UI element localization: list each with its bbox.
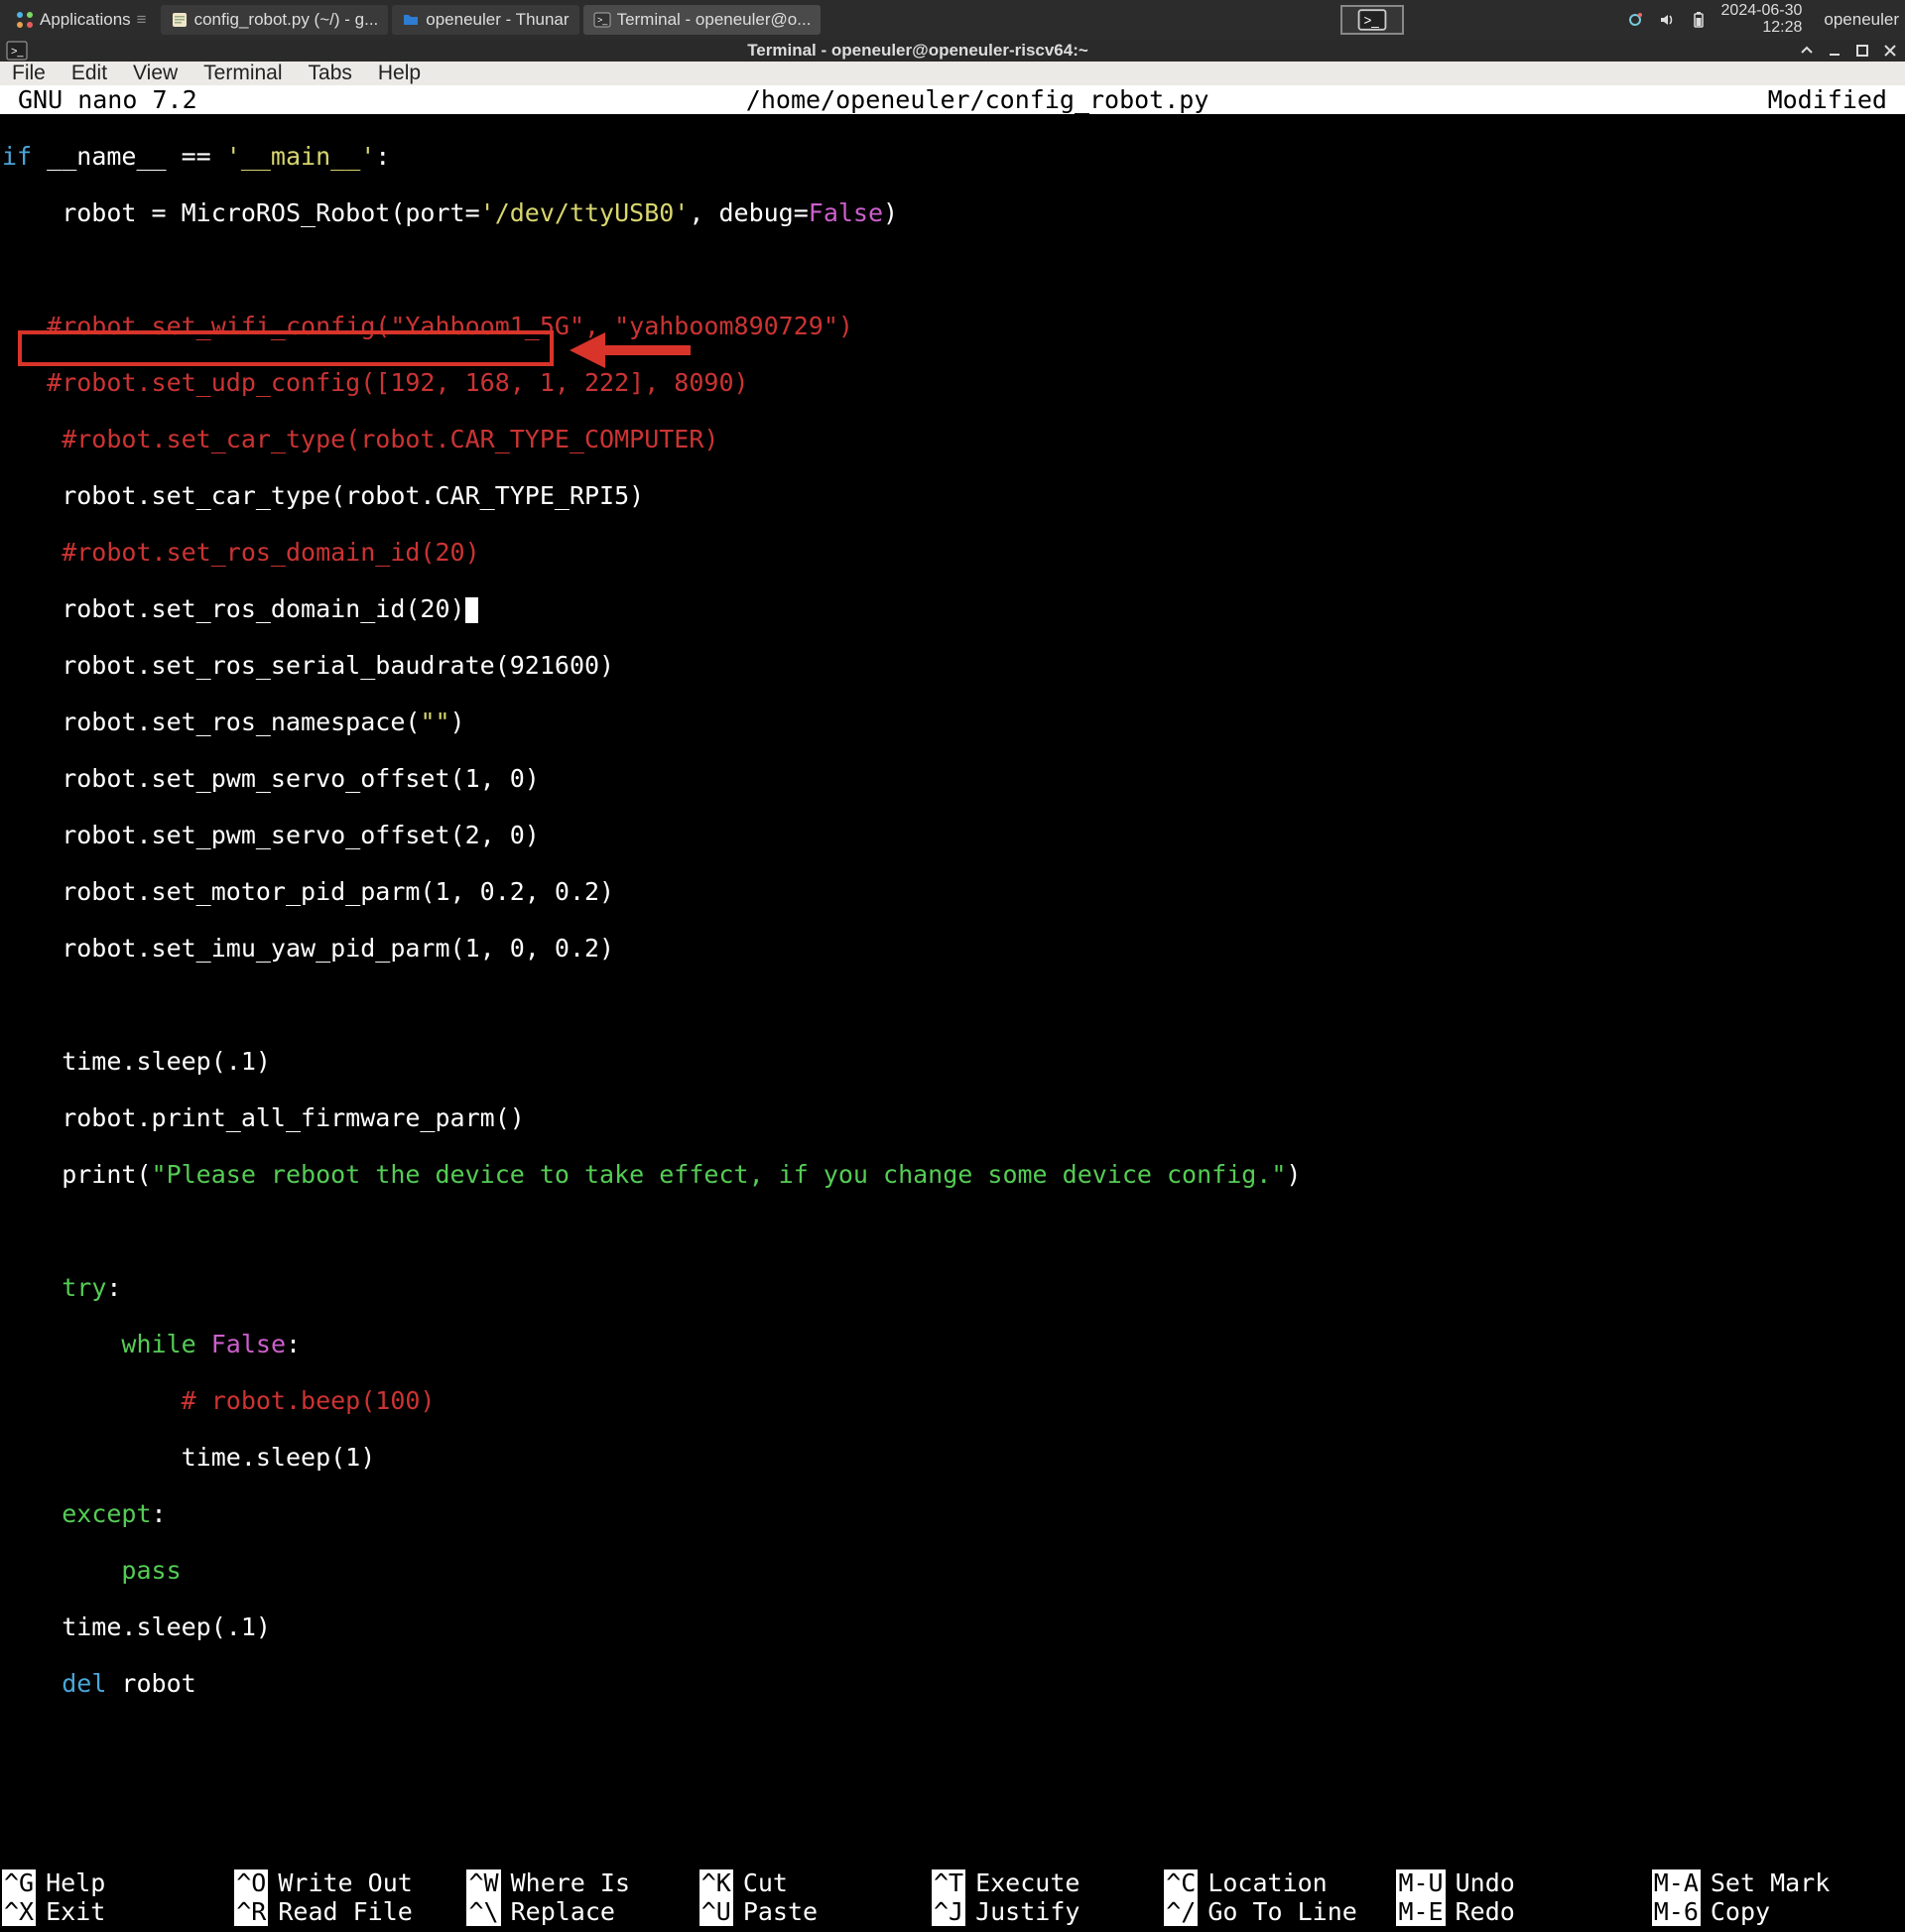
terminal-menubar: File Edit View Terminal Tabs Help: [0, 62, 1905, 85]
indicator-icon[interactable]: [1626, 11, 1644, 29]
sc-key: M-U: [1396, 1869, 1445, 1898]
taskbar-item-label: config_robot.py (~/) - g...: [194, 10, 379, 30]
sc-readfile[interactable]: Read File: [278, 1898, 412, 1927]
sc-key: ^X: [2, 1898, 36, 1927]
system-tray: 2024-06-30 12:28 openeuler: [1626, 3, 1899, 37]
sc-redo[interactable]: Redo: [1456, 1898, 1515, 1927]
sc-justify[interactable]: Justify: [975, 1898, 1080, 1927]
sc-exit[interactable]: Exit: [46, 1898, 105, 1927]
applications-menu[interactable]: Applications ≡: [6, 5, 157, 35]
kw-if: if: [2, 142, 32, 171]
clock[interactable]: 2024-06-30 12:28: [1721, 3, 1803, 37]
sc-writeout[interactable]: Write Out: [278, 1869, 412, 1898]
sc-key: ^K: [699, 1869, 733, 1898]
sc-replace[interactable]: Replace: [511, 1898, 615, 1927]
sc-key: ^\: [466, 1898, 500, 1927]
time-label: 12:28: [1721, 20, 1803, 37]
terminal-icon: >_: [593, 11, 611, 29]
minimize-button[interactable]: [1826, 42, 1843, 60]
menu-help[interactable]: Help: [378, 62, 421, 85]
taskbar-item-label: Terminal - openeuler@o...: [617, 10, 812, 30]
sc-key: ^W: [466, 1869, 500, 1898]
svg-text:>_: >_: [1364, 13, 1380, 28]
sc-key: ^C: [1164, 1869, 1198, 1898]
shade-button[interactable]: [1798, 42, 1816, 60]
sc-key: ^U: [699, 1898, 733, 1927]
terminal-window: >_ Terminal - openeuler@openeuler-riscv6…: [0, 40, 1905, 1072]
sc-key: ^R: [234, 1898, 268, 1927]
sc-setmark[interactable]: Set Mark: [1711, 1869, 1830, 1898]
date-label: 2024-06-30: [1721, 3, 1803, 20]
sc-key: ^/: [1164, 1898, 1198, 1927]
sc-paste[interactable]: Paste: [743, 1898, 818, 1927]
taskbar-item-terminal[interactable]: >_ Terminal - openeuler@o...: [583, 5, 822, 35]
show-desktop-button[interactable]: >_: [1340, 5, 1404, 35]
maximize-button[interactable]: [1853, 42, 1871, 60]
menu-tabs[interactable]: Tabs: [309, 62, 352, 85]
sc-location[interactable]: Location: [1207, 1869, 1327, 1898]
menu-view[interactable]: View: [133, 62, 178, 85]
nano-shortcut-bar: ^G Help ^X Exit ^O Write Out ^R Read File ^W…: [0, 1868, 1905, 1932]
sc-cut[interactable]: Cut: [743, 1869, 788, 1898]
sc-help[interactable]: Help: [46, 1869, 105, 1898]
sc-copy[interactable]: Copy: [1711, 1898, 1770, 1927]
sc-key: M-A: [1652, 1869, 1701, 1898]
sc-key: ^J: [932, 1898, 965, 1927]
text-editor-icon: [171, 11, 189, 29]
nano-header: GNU nano 7.2 /home/openeuler/config_robo…: [0, 85, 1905, 114]
folder-icon: [402, 11, 420, 29]
applications-label: Applications: [40, 10, 131, 30]
nano-editor-area[interactable]: if __name__ == '__main__': robot = Micro…: [0, 114, 1905, 1868]
terminal-icon: >_: [1357, 9, 1387, 31]
sc-execute[interactable]: Execute: [975, 1869, 1080, 1898]
user-menu[interactable]: openeuler: [1824, 10, 1899, 30]
close-button[interactable]: [1881, 42, 1899, 60]
taskbar-item-label: openeuler - Thunar: [426, 10, 569, 30]
terminal-icon: >_: [6, 40, 28, 62]
battery-icon[interactable]: [1690, 11, 1708, 29]
nano-app-label: GNU nano 7.2: [0, 85, 205, 114]
text-cursor: [465, 597, 478, 623]
sc-undo[interactable]: Undo: [1456, 1869, 1515, 1898]
menu-file[interactable]: File: [12, 62, 46, 85]
menu-terminal[interactable]: Terminal: [203, 62, 282, 85]
sc-key: ^G: [2, 1869, 36, 1898]
taskbar-item-editor[interactable]: config_robot.py (~/) - g...: [161, 5, 389, 35]
nano-status: Modified: [1750, 85, 1905, 114]
window-title: Terminal - openeuler@openeuler-riscv64:~: [38, 41, 1798, 61]
menu-edit[interactable]: Edit: [71, 62, 107, 85]
apps-icon: [16, 11, 34, 29]
sc-key: ^T: [932, 1869, 965, 1898]
sc-key: M-6: [1652, 1898, 1701, 1927]
volume-icon[interactable]: [1658, 11, 1676, 29]
sc-gotoline[interactable]: Go To Line: [1207, 1898, 1357, 1927]
taskbar-item-files[interactable]: openeuler - Thunar: [392, 5, 578, 35]
sc-key: ^O: [234, 1869, 268, 1898]
svg-text:>_: >_: [11, 46, 24, 58]
sc-key: M-E: [1396, 1898, 1445, 1927]
menu-divider-icon: ≡: [137, 10, 147, 30]
svg-text:>_: >_: [597, 15, 608, 25]
sc-whereis[interactable]: Where Is: [511, 1869, 630, 1898]
window-titlebar[interactable]: >_ Terminal - openeuler@openeuler-riscv6…: [0, 40, 1905, 62]
desktop-taskbar: Applications ≡ config_robot.py (~/) - g.…: [0, 0, 1905, 40]
nano-file-path: /home/openeuler/config_robot.py: [205, 85, 1750, 114]
